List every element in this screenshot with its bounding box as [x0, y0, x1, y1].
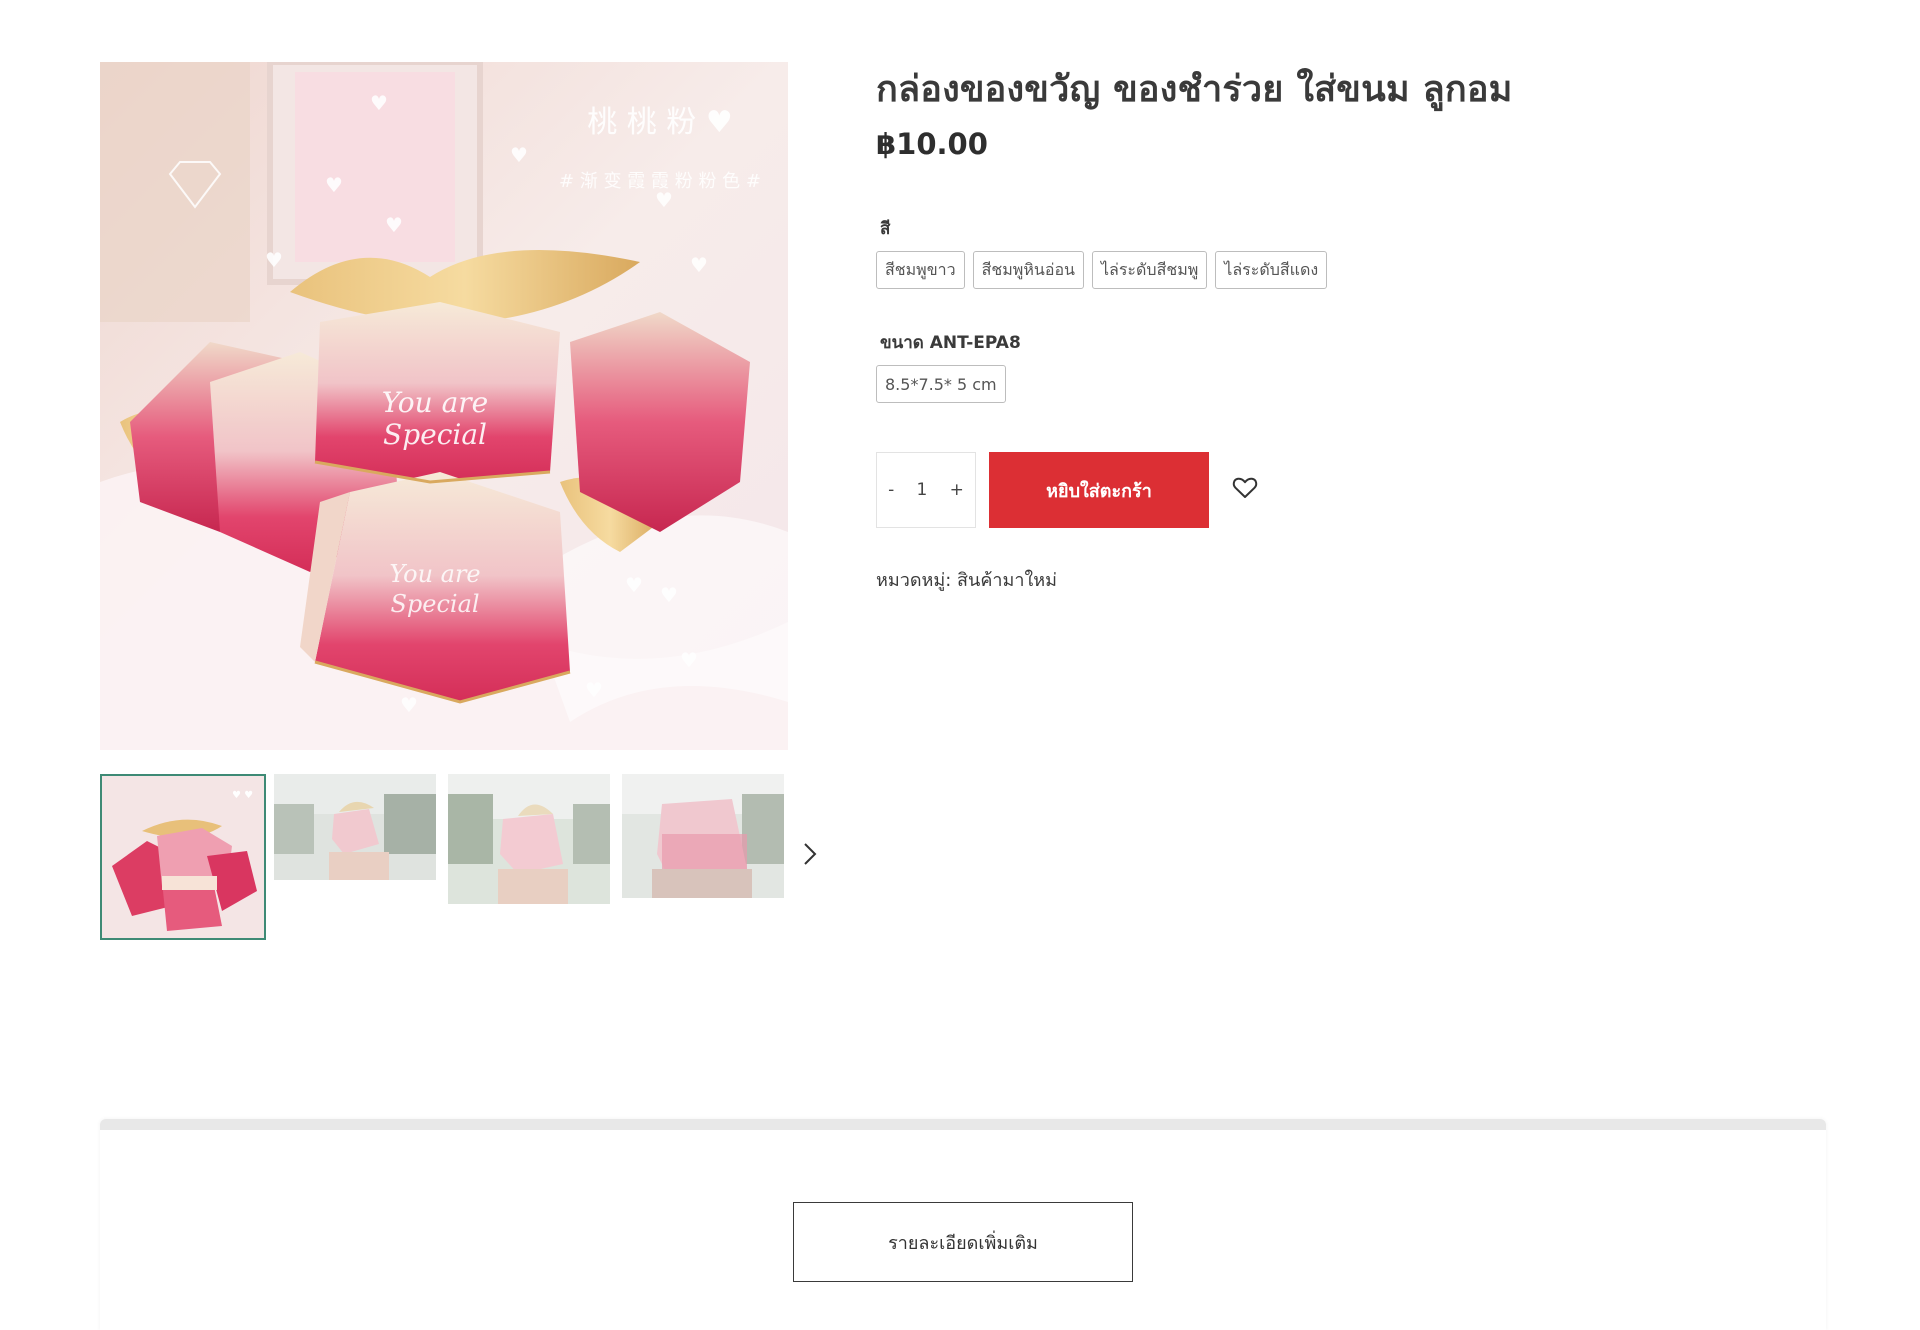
color-option-group: สีชมพูขาว สีชมพูหินอ่อน ไล่ระดับสีชมพู ไ…	[876, 251, 1328, 289]
svg-text:♥: ♥	[265, 248, 283, 272]
svg-text:♥: ♥	[680, 648, 698, 672]
thumbnail-4[interactable]	[622, 774, 784, 898]
thumbnail-3[interactable]	[448, 774, 610, 904]
color-option-pink-white[interactable]: สีชมพูขาว	[876, 251, 965, 289]
svg-text:♥: ♥	[690, 253, 708, 277]
gift-boxes-photo: You are Special You are Special 桃 桃 粉 ♥ …	[100, 62, 788, 750]
svg-text:♥: ♥	[370, 91, 388, 115]
color-option-label: สี	[880, 219, 891, 239]
svg-text:♥: ♥	[585, 678, 603, 702]
thumbnail-4-image	[622, 774, 784, 898]
svg-text:♥ ♥: ♥ ♥	[232, 790, 253, 801]
color-option-red-gradient[interactable]: ไล่ระดับสีแดง	[1215, 251, 1328, 289]
svg-text:Special: Special	[383, 418, 487, 451]
product-main-image[interactable]: You are Special You are Special 桃 桃 粉 ♥ …	[100, 62, 788, 750]
size-option-label: ขนาด ANT-EPA8	[880, 333, 1021, 353]
quantity-value[interactable]: 1	[911, 476, 934, 504]
product-category: หมวดหมู่: สินค้ามาใหม่	[876, 570, 1057, 591]
heart-outline-icon	[1232, 477, 1258, 498]
svg-text:You are: You are	[389, 560, 480, 588]
quantity-increase-button[interactable]: +	[944, 476, 970, 504]
quantity-stepper: - 1 +	[876, 452, 976, 528]
product-price: ฿10.00	[876, 127, 988, 161]
svg-text:You are: You are	[382, 386, 489, 419]
more-details-button[interactable]: รายละเอียดเพิ่มเติม	[793, 1202, 1133, 1282]
product-title: กล่องของขวัญ ของชำร่วย ใส่ขนม ลูกอม	[876, 69, 1513, 110]
svg-text:♥: ♥	[400, 693, 418, 717]
svg-text:♥: ♥	[660, 583, 678, 607]
add-to-cart-button[interactable]: หยิบใส่ตะกร้า	[989, 452, 1209, 528]
thumbnail-1-image: ♥ ♥	[102, 776, 264, 938]
thumbnail-1[interactable]: ♥ ♥	[100, 774, 266, 940]
svg-text:♥: ♥	[325, 173, 343, 197]
wishlist-button[interactable]	[1232, 476, 1260, 504]
svg-text:♥: ♥	[625, 573, 643, 597]
svg-text:桃 桃 粉 ♥: 桃 桃 粉 ♥	[587, 105, 733, 140]
quantity-decrease-button[interactable]: -	[882, 476, 900, 504]
thumbnail-next-button[interactable]	[795, 834, 825, 874]
thumbnail-3-image	[448, 774, 610, 904]
svg-text:♥: ♥	[510, 143, 528, 167]
svg-text:♥: ♥	[655, 188, 673, 212]
color-option-pink-gradient[interactable]: ไล่ระดับสีชมพู	[1091, 251, 1208, 289]
chevron-right-icon	[804, 843, 817, 865]
thumbnail-2-image	[274, 774, 436, 880]
color-option-pink-marble[interactable]: สีชมพูหินอ่อน	[972, 251, 1084, 289]
svg-text:Special: Special	[390, 590, 479, 618]
svg-text:♥: ♥	[385, 213, 403, 237]
size-option-1[interactable]: 8.5*7.5* 5 cm	[876, 365, 1006, 403]
size-option-group: 8.5*7.5* 5 cm	[876, 365, 1006, 403]
thumbnail-2[interactable]	[274, 774, 436, 880]
thumbnail-strip: ♥ ♥	[100, 774, 830, 940]
